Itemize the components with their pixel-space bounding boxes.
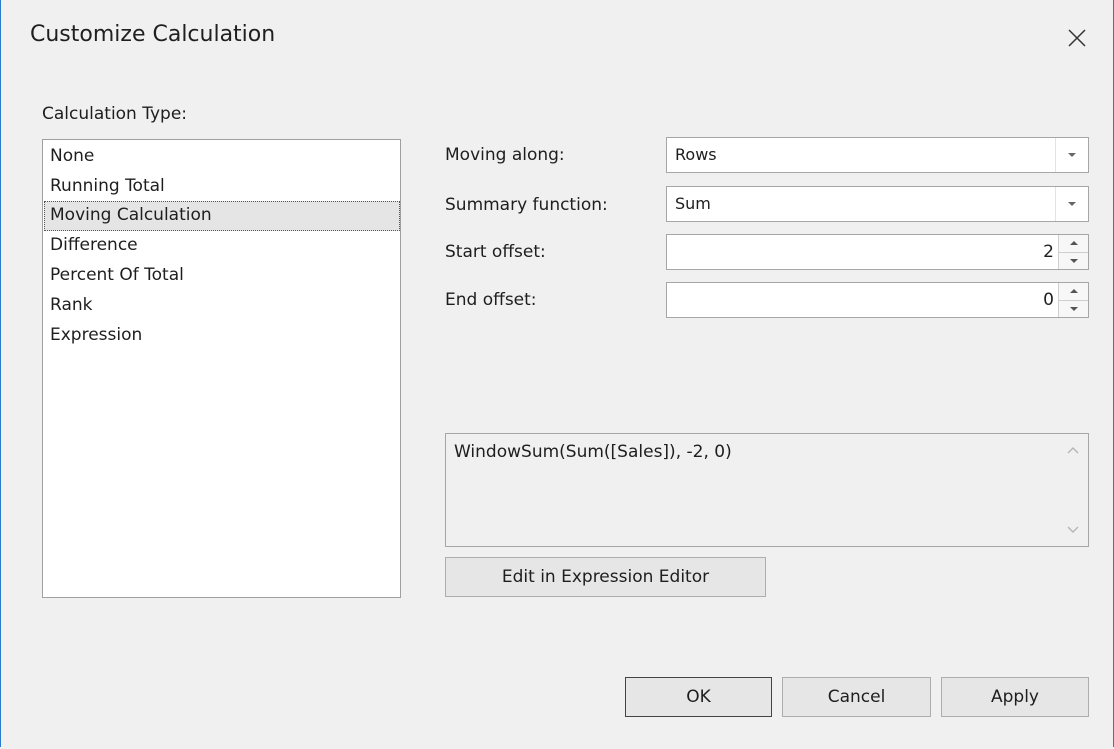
list-item-moving-calculation[interactable]: Moving Calculation [44,201,400,231]
end-offset-label: End offset: [445,290,537,310]
list-item-running-total[interactable]: Running Total [44,172,400,202]
moving-along-label: Moving along: [445,145,565,165]
ok-button[interactable]: OK [625,677,772,717]
start-offset-value: 2 [1043,242,1054,262]
end-offset-spinner[interactable]: 0 [666,282,1089,318]
calculation-type-label: Calculation Type: [42,104,188,124]
scroll-down-icon[interactable] [1064,526,1082,534]
list-item-expression[interactable]: Expression [44,321,400,351]
expression-text: WindowSum(Sum([Sales]), -2, 0) [454,442,732,462]
cancel-button[interactable]: Cancel [782,677,931,717]
spin-up-icon[interactable] [1058,283,1088,301]
edit-in-expression-editor-button[interactable]: Edit in Expression Editor [445,557,766,597]
chevron-down-icon[interactable] [1055,138,1088,172]
moving-along-value: Rows [675,145,717,164]
summary-function-value: Sum [675,194,711,213]
list-item-rank[interactable]: Rank [44,291,400,321]
apply-button[interactable]: Apply [941,677,1089,717]
spin-down-icon[interactable] [1058,300,1088,317]
dialog-title: Customize Calculation [30,22,276,47]
close-icon [1068,29,1086,47]
scroll-up-icon[interactable] [1064,446,1082,454]
moving-along-select[interactable]: Rows [666,137,1089,173]
list-item-none[interactable]: None [44,142,400,172]
start-offset-label: Start offset: [445,242,546,262]
end-offset-value: 0 [1043,290,1054,310]
spin-down-icon[interactable] [1058,252,1088,269]
expression-textbox[interactable]: WindowSum(Sum([Sales]), -2, 0) [445,433,1089,547]
summary-function-select[interactable]: Sum [666,186,1089,222]
calculation-type-list[interactable]: None Running Total Moving Calculation Di… [42,139,401,598]
list-item-percent-of-total[interactable]: Percent Of Total [44,261,400,291]
start-offset-spinner[interactable]: 2 [666,234,1089,270]
summary-function-label: Summary function: [445,195,608,215]
close-button[interactable] [1057,18,1097,58]
spin-up-icon[interactable] [1058,235,1088,253]
chevron-down-icon[interactable] [1055,187,1088,221]
customize-calculation-dialog: Customize Calculation Calculation Type: … [0,0,1114,747]
list-item-difference[interactable]: Difference [44,231,400,261]
